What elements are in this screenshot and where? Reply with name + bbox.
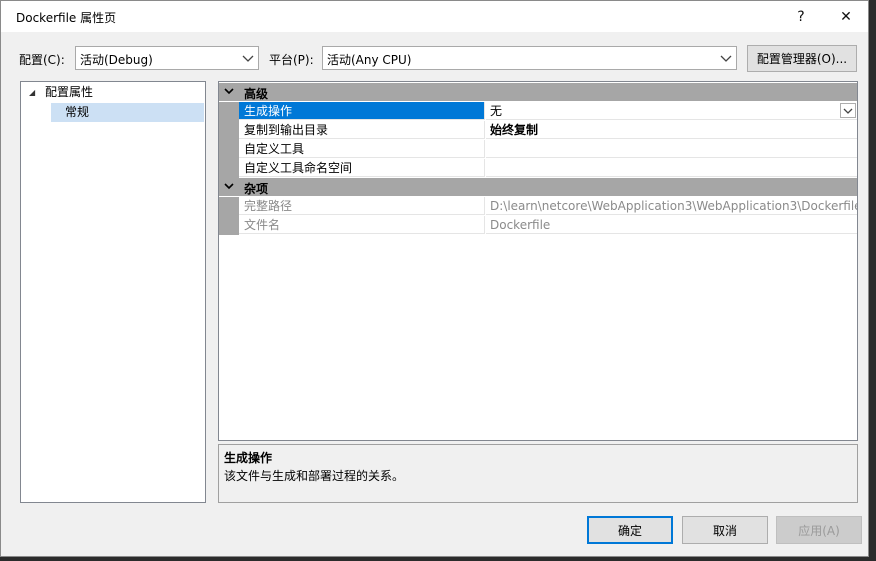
property-value-dropdown[interactable]: 无 [486,102,857,120]
tree-item-label: 配置属性 [45,85,94,99]
apply-button[interactable]: 应用(A) [776,516,862,544]
close-icon: ✕ [840,8,852,25]
config-select-value: 活动(Debug) [80,53,153,67]
description-text: 该文件与生成和部署过程的关系。 [224,469,405,483]
property-name: 生成操作 [239,102,485,120]
property-name: 完整路径 [239,197,485,215]
property-row-custom-tool-namespace[interactable]: 自定义工具命名空间 [219,159,857,178]
tree-item-config-properties[interactable]: ◢ 配置属性 [21,83,205,102]
platform-label: 平台(P): [269,53,314,67]
title-bar: Dockerfile 属性页 ? ✕ [1,1,868,32]
property-value[interactable]: D:\learn\netcore\WebApplication3\WebAppl… [486,197,857,215]
property-grid: 高级 生成操作 无 复制到输出目录 始终复制 自定义工具 自定义工具命名空间 杂… [218,81,858,441]
category-misc[interactable]: 杂项 [219,178,857,196]
config-select[interactable]: 活动(Debug) [75,46,259,70]
category-tree: ◢ 配置属性 常规 [20,81,206,503]
property-value[interactable]: Dockerfile [486,216,857,234]
chevron-down-icon [843,108,853,114]
expand-triangle-icon[interactable]: ◢ [29,83,35,102]
property-value[interactable] [486,140,857,158]
description-title: 生成操作 [224,451,273,465]
config-label: 配置(C): [19,53,65,67]
property-name: 自定义工具 [239,140,485,158]
chevron-down-icon [720,55,732,62]
collapse-chevron-icon[interactable] [223,84,235,98]
property-value: 无 [490,104,503,118]
tree-item-general[interactable]: 常规 [51,103,204,122]
properties-dialog: Dockerfile 属性页 ? ✕ 配置(C): 活动(Debug) 平台(P… [0,0,869,557]
description-panel: 生成操作 该文件与生成和部署过程的关系。 [218,444,858,503]
collapse-chevron-icon[interactable] [223,179,235,193]
window-title: Dockerfile 属性页 [16,11,117,25]
dropdown-button[interactable] [840,103,856,118]
property-row-full-path[interactable]: 完整路径 D:\learn\netcore\WebApplication3\We… [219,197,857,216]
platform-select-value: 活动(Any CPU) [327,53,412,67]
category-name: 高级 [244,87,269,101]
cancel-button[interactable]: 取消 [682,516,768,544]
property-row-file-name[interactable]: 文件名 Dockerfile [219,216,857,235]
ok-button[interactable]: 确定 [587,516,673,544]
property-name: 自定义工具命名空间 [239,159,485,177]
property-row-build-action[interactable]: 生成操作 无 [219,102,857,121]
platform-select[interactable]: 活动(Any CPU) [322,46,737,70]
tree-item-label: 常规 [65,105,90,119]
chevron-down-icon [242,55,254,62]
close-button[interactable]: ✕ [824,1,868,32]
help-button[interactable]: ? [779,1,823,32]
help-icon: ? [797,8,805,25]
property-name: 复制到输出目录 [239,121,485,139]
property-row-custom-tool[interactable]: 自定义工具 [219,140,857,159]
configuration-manager-button[interactable]: 配置管理器(O)... [747,45,857,72]
category-advanced[interactable]: 高级 [219,83,857,101]
category-name: 杂项 [244,182,269,196]
property-row-copy-to-output[interactable]: 复制到输出目录 始终复制 [219,121,857,140]
property-value[interactable]: 始终复制 [486,121,857,139]
property-value[interactable] [486,159,857,177]
property-name: 文件名 [239,216,485,234]
